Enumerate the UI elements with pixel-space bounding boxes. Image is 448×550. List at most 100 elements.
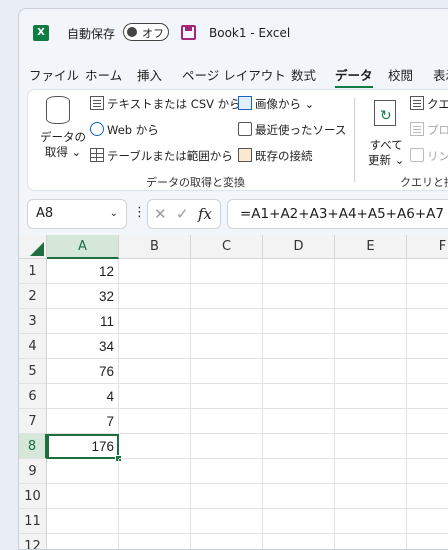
tab-home[interactable]: ホーム [85, 65, 122, 84]
row-header-12[interactable]: 12 [19, 534, 47, 549]
tab-file[interactable]: ファイル [29, 65, 79, 84]
cell-c11[interactable] [191, 509, 263, 534]
row-header-5[interactable]: 5 [19, 359, 47, 384]
cell-e12[interactable] [335, 534, 407, 549]
properties-button[interactable]: プロパ [410, 122, 448, 138]
cell-b6[interactable] [119, 384, 191, 409]
row-header-1[interactable]: 1 [19, 259, 47, 284]
cell-e4[interactable] [335, 334, 407, 359]
column-header-b[interactable]: B [119, 235, 191, 259]
cell-d1[interactable] [263, 259, 335, 284]
cell-a8[interactable]: 176 [47, 434, 119, 459]
cell-c1[interactable] [191, 259, 263, 284]
column-header-c[interactable]: C [191, 235, 263, 259]
cell-a3[interactable]: 11 [47, 309, 119, 334]
cell-d5[interactable] [263, 359, 335, 384]
cell-e6[interactable] [335, 384, 407, 409]
cell-c8[interactable] [191, 434, 263, 459]
cell-d3[interactable] [263, 309, 335, 334]
more-options-icon[interactable]: ⋮ [133, 205, 146, 220]
from-picture-button[interactable]: 画像から ⌄ [238, 96, 314, 112]
cell-a7[interactable]: 7 [47, 409, 119, 434]
cell-b3[interactable] [119, 309, 191, 334]
cell-d9[interactable] [263, 459, 335, 484]
formula-input[interactable]: =A1+A2+A3+A4+A5+A6+A7 [227, 199, 448, 229]
cell-d8[interactable] [263, 434, 335, 459]
cell-c10[interactable] [191, 484, 263, 509]
cell-a6[interactable]: 4 [47, 384, 119, 409]
autosave-toggle[interactable]: オフ [123, 23, 169, 41]
from-text-csv-button[interactable]: テキストまたは CSV から [90, 96, 241, 112]
select-all-button[interactable] [19, 235, 47, 259]
name-box[interactable]: A8 ⌄ [27, 199, 127, 229]
cell-e9[interactable] [335, 459, 407, 484]
cancel-icon[interactable]: ✕ [154, 205, 167, 223]
edit-links-button[interactable]: リンク [410, 148, 448, 164]
column-header-a[interactable]: A [47, 235, 119, 259]
row-header-10[interactable]: 10 [19, 484, 47, 509]
cell-f4[interactable] [407, 334, 448, 359]
tab-data[interactable]: データ [335, 65, 373, 88]
cell-d6[interactable] [263, 384, 335, 409]
cell-b5[interactable] [119, 359, 191, 384]
refresh-all-button[interactable]: すべて 更新 ⌄ [368, 138, 404, 168]
existing-connections-button[interactable]: 既存の接続 [238, 148, 313, 164]
cell-a9[interactable] [47, 459, 119, 484]
column-header-d[interactable]: D [263, 235, 335, 259]
cell-e10[interactable] [335, 484, 407, 509]
cell-a1[interactable]: 12 [47, 259, 119, 284]
worksheet-grid[interactable]: A B C D E F 1 12 2 32 3 11 4 34 5 76 6 4 7 7 8 176 9 10 11 12 [19, 235, 448, 549]
cell-e11[interactable] [335, 509, 407, 534]
cell-d11[interactable] [263, 509, 335, 534]
cell-a4[interactable]: 34 [47, 334, 119, 359]
cell-a2[interactable]: 32 [47, 284, 119, 309]
cell-f3[interactable] [407, 309, 448, 334]
cell-b10[interactable] [119, 484, 191, 509]
cell-e3[interactable] [335, 309, 407, 334]
row-header-11[interactable]: 11 [19, 509, 47, 534]
tab-view[interactable]: 表示 [433, 65, 448, 84]
tab-formulas[interactable]: 数式 [291, 65, 316, 84]
cell-f10[interactable] [407, 484, 448, 509]
cell-f11[interactable] [407, 509, 448, 534]
cell-e2[interactable] [335, 284, 407, 309]
cell-c2[interactable] [191, 284, 263, 309]
cell-c9[interactable] [191, 459, 263, 484]
recent-sources-button[interactable]: 最近使ったソース [238, 122, 346, 138]
cell-b1[interactable] [119, 259, 191, 284]
cell-d10[interactable] [263, 484, 335, 509]
cell-b8[interactable] [119, 434, 191, 459]
cell-e7[interactable] [335, 409, 407, 434]
cell-d4[interactable] [263, 334, 335, 359]
cell-b2[interactable] [119, 284, 191, 309]
cell-b7[interactable] [119, 409, 191, 434]
cell-b9[interactable] [119, 459, 191, 484]
insert-function-icon[interactable]: fx [198, 205, 212, 223]
row-header-6[interactable]: 6 [19, 384, 47, 409]
column-header-f[interactable]: F [407, 235, 448, 259]
cell-f7[interactable] [407, 409, 448, 434]
row-header-3[interactable]: 3 [19, 309, 47, 334]
cell-f8[interactable] [407, 434, 448, 459]
cell-c7[interactable] [191, 409, 263, 434]
cell-a11[interactable] [47, 509, 119, 534]
cell-e8[interactable] [335, 434, 407, 459]
cell-f1[interactable] [407, 259, 448, 284]
cell-f5[interactable] [407, 359, 448, 384]
row-header-8[interactable]: 8 [19, 434, 47, 459]
column-header-e[interactable]: E [335, 235, 407, 259]
get-data-button[interactable]: データの 取得 ⌄ [40, 130, 86, 160]
row-header-4[interactable]: 4 [19, 334, 47, 359]
tab-insert[interactable]: 挿入 [137, 65, 162, 84]
cell-f9[interactable] [407, 459, 448, 484]
queries-connections-button[interactable]: クエリ [410, 96, 448, 112]
cell-a12[interactable] [47, 534, 119, 549]
row-header-9[interactable]: 9 [19, 459, 47, 484]
row-header-2[interactable]: 2 [19, 284, 47, 309]
cell-c4[interactable] [191, 334, 263, 359]
cell-b4[interactable] [119, 334, 191, 359]
enter-icon[interactable]: ✓ [176, 205, 189, 223]
cell-b11[interactable] [119, 509, 191, 534]
cell-e1[interactable] [335, 259, 407, 284]
from-table-button[interactable]: テーブルまたは範囲から [90, 148, 233, 164]
